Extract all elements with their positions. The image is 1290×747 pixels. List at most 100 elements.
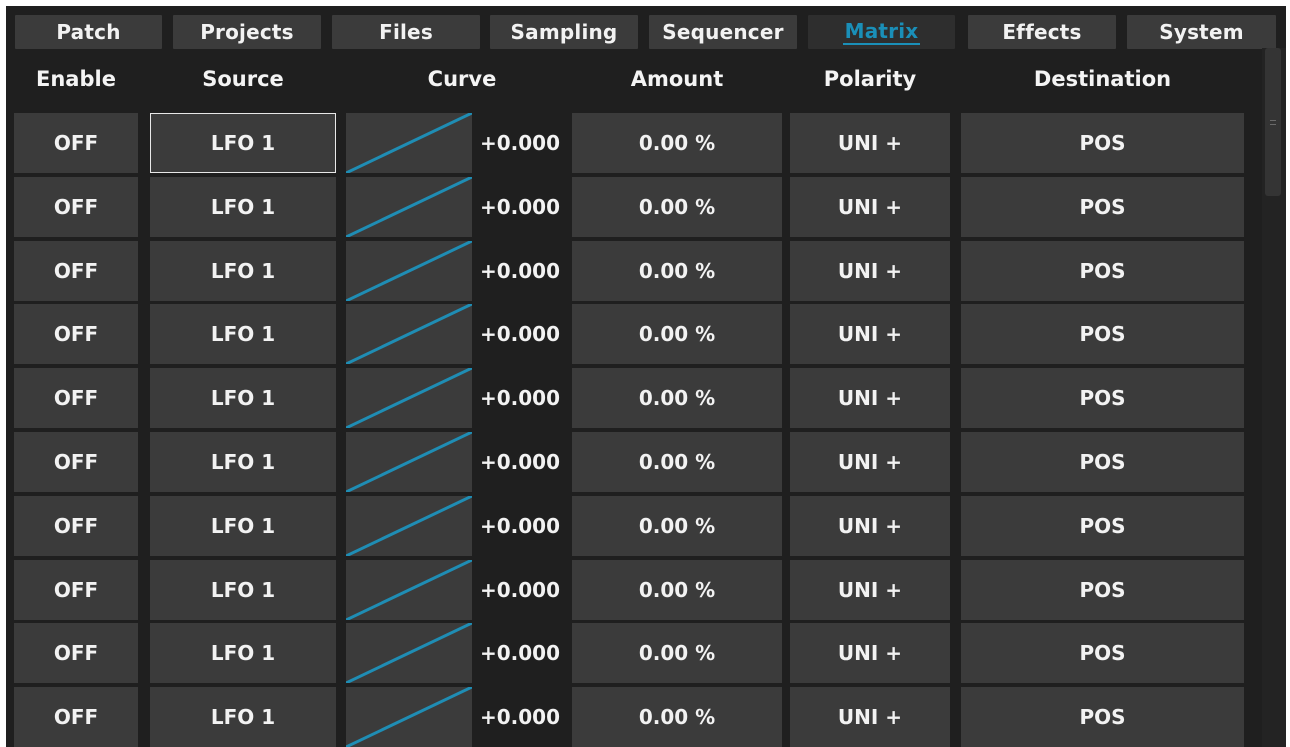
curve-graph[interactable] xyxy=(346,240,472,301)
curve-line-icon xyxy=(346,687,472,747)
curve-line-icon xyxy=(346,368,472,429)
tab-label: System xyxy=(1159,20,1244,44)
enable-button[interactable]: OFF xyxy=(14,623,138,684)
amount-field[interactable]: 0.00 % xyxy=(572,687,782,747)
destination-button[interactable]: POS xyxy=(961,176,1244,237)
amount-field[interactable]: 0.00 % xyxy=(572,432,782,492)
amount-field[interactable]: 0.00 % xyxy=(572,176,782,237)
curve-value: +0.000 xyxy=(479,513,561,538)
column-header-enable: Enable xyxy=(36,67,116,91)
destination-button[interactable]: POS xyxy=(961,113,1244,173)
curve-graph[interactable] xyxy=(346,304,472,365)
curve-value: +0.000 xyxy=(479,450,561,474)
destination-button[interactable]: POS xyxy=(961,687,1244,747)
curve-line-icon xyxy=(346,432,472,492)
source-button[interactable]: LFO 1 xyxy=(150,432,336,492)
curve-value: +0.000 xyxy=(479,641,561,666)
source-button[interactable]: LFO 1 xyxy=(150,240,336,301)
polarity-button[interactable]: UNI + xyxy=(790,687,950,747)
curve-value: +0.000 xyxy=(479,705,561,730)
column-header-polarity: Polarity xyxy=(823,67,917,91)
column-header-source: Source xyxy=(202,67,284,91)
column-header-destination: Destination xyxy=(1033,67,1172,91)
tab-label: Sampling xyxy=(510,20,618,44)
amount-field[interactable]: 0.00 % xyxy=(572,623,782,684)
source-button[interactable]: LFO 1 xyxy=(150,495,336,556)
mod-matrix-screen: Patch Projects Files Sampling Sequencer … xyxy=(6,6,1286,747)
curve-line-icon xyxy=(346,113,472,173)
tab-effects[interactable]: Effects xyxy=(968,15,1116,49)
polarity-button[interactable]: UNI + xyxy=(790,368,950,429)
curve-line-icon xyxy=(346,559,472,620)
tab-patch[interactable]: Patch xyxy=(15,15,162,49)
polarity-button[interactable]: UNI + xyxy=(790,623,950,684)
enable-button[interactable]: OFF xyxy=(14,432,138,492)
enable-button[interactable]: OFF xyxy=(14,113,138,173)
amount-field[interactable]: 0.00 % xyxy=(572,113,782,173)
curve-line-icon xyxy=(346,304,472,365)
tab-label: Files xyxy=(379,20,433,44)
curve-graph[interactable] xyxy=(346,368,472,429)
polarity-button[interactable]: UNI + xyxy=(790,240,950,301)
curve-value: +0.000 xyxy=(479,577,561,602)
curve-graph[interactable] xyxy=(346,687,472,747)
polarity-button[interactable]: UNI + xyxy=(790,176,950,237)
curve-graph[interactable] xyxy=(346,432,472,492)
source-button[interactable]: LFO 1 xyxy=(150,113,336,173)
amount-field[interactable]: 0.00 % xyxy=(572,495,782,556)
column-header-amount: Amount xyxy=(630,67,724,91)
destination-button[interactable]: POS xyxy=(961,304,1244,365)
curve-graph[interactable] xyxy=(346,623,472,684)
enable-button[interactable]: OFF xyxy=(14,559,138,620)
amount-field[interactable]: 0.00 % xyxy=(572,368,782,429)
polarity-button[interactable]: UNI + xyxy=(790,432,950,492)
column-header-curve: Curve xyxy=(427,67,497,91)
enable-button[interactable]: OFF xyxy=(14,304,138,365)
tab-matrix[interactable]: Matrix xyxy=(808,15,955,49)
source-button[interactable]: LFO 1 xyxy=(150,623,336,684)
curve-line-icon xyxy=(346,495,472,556)
curve-graph[interactable] xyxy=(346,113,472,173)
destination-button[interactable]: POS xyxy=(961,559,1244,620)
tab-label: Sequencer xyxy=(662,20,784,44)
enable-button[interactable]: OFF xyxy=(14,495,138,556)
amount-field[interactable]: 0.00 % xyxy=(572,559,782,620)
source-button[interactable]: LFO 1 xyxy=(150,176,336,237)
tab-files[interactable]: Files xyxy=(332,15,480,49)
destination-button[interactable]: POS xyxy=(961,432,1244,492)
grip-icon xyxy=(1270,120,1276,125)
curve-line-icon xyxy=(346,176,472,237)
source-button[interactable]: LFO 1 xyxy=(150,687,336,747)
tab-system[interactable]: System xyxy=(1127,15,1276,49)
source-button[interactable]: LFO 1 xyxy=(150,304,336,365)
enable-button[interactable]: OFF xyxy=(14,687,138,747)
tab-label: Patch xyxy=(56,20,121,44)
amount-field[interactable]: 0.00 % xyxy=(572,304,782,365)
curve-value: +0.000 xyxy=(479,194,561,219)
enable-button[interactable]: OFF xyxy=(14,240,138,301)
enable-button[interactable]: OFF xyxy=(14,176,138,237)
curve-value: +0.000 xyxy=(479,386,561,411)
tab-sampling[interactable]: Sampling xyxy=(490,15,638,49)
tab-projects[interactable]: Projects xyxy=(173,15,321,49)
curve-graph[interactable] xyxy=(346,495,472,556)
polarity-button[interactable]: UNI + xyxy=(790,304,950,365)
polarity-button[interactable]: UNI + xyxy=(790,495,950,556)
scrollbar-thumb[interactable] xyxy=(1265,48,1281,196)
tab-label: Effects xyxy=(1002,20,1082,44)
polarity-button[interactable]: UNI + xyxy=(790,559,950,620)
curve-value: +0.000 xyxy=(479,258,561,283)
enable-button[interactable]: OFF xyxy=(14,368,138,429)
curve-graph[interactable] xyxy=(346,559,472,620)
destination-button[interactable]: POS xyxy=(961,623,1244,684)
destination-button[interactable]: POS xyxy=(961,368,1244,429)
curve-graph[interactable] xyxy=(346,176,472,237)
destination-button[interactable]: POS xyxy=(961,495,1244,556)
destination-button[interactable]: POS xyxy=(961,240,1244,301)
source-button[interactable]: LFO 1 xyxy=(150,368,336,429)
amount-field[interactable]: 0.00 % xyxy=(572,240,782,301)
tab-label: Projects xyxy=(200,20,294,44)
polarity-button[interactable]: UNI + xyxy=(790,113,950,173)
source-button[interactable]: LFO 1 xyxy=(150,559,336,620)
tab-sequencer[interactable]: Sequencer xyxy=(649,15,797,49)
